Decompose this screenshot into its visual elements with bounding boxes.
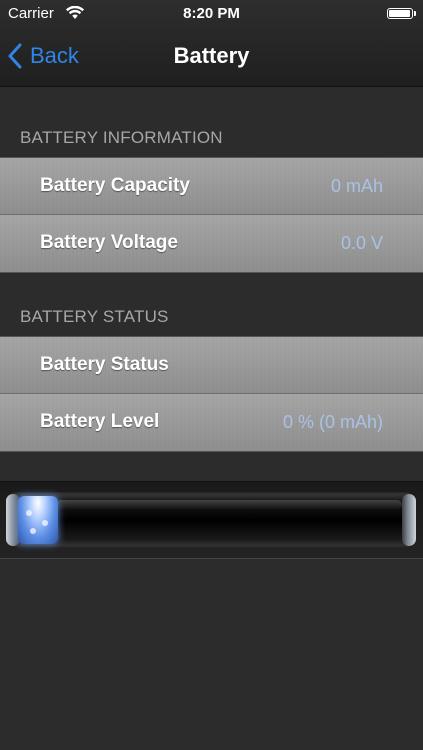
page-title: Battery [173, 43, 250, 68]
row-value: 0 mAh [330, 176, 383, 196]
navigation-bar: Back Battery [0, 28, 423, 84]
status-time: 8:20 PM [183, 5, 240, 22]
row-label: Battery Capacity [40, 175, 190, 196]
battery-icon [387, 8, 416, 19]
row-label: Battery Level [40, 411, 160, 432]
battery-icon-nub [414, 11, 416, 16]
row-label: Battery Status [40, 354, 169, 375]
section-header-battery-information: BATTERY INFORMATION [20, 128, 223, 147]
row-value: 0.0 V [340, 233, 383, 253]
row-battery-level: Battery Level 0 % (0 mAh) [0, 394, 423, 451]
battery-status-group: Battery Status Battery Level 0 % (0 mAh) [0, 336, 423, 452]
gauge-cap-right [402, 494, 416, 546]
row-battery-status: Battery Status [0, 337, 423, 394]
battery-information-group: Battery Capacity 0 mAh Battery Voltage 0… [0, 157, 423, 273]
battery-gauge-tube [6, 492, 416, 548]
section-header-battery-status: BATTERY STATUS [20, 307, 169, 326]
gauge-bubble [42, 520, 48, 526]
gauge-gloss [56, 500, 402, 510]
top-bar: Carrier 8:20 PM Back Battery [0, 0, 423, 87]
row-label: Battery Voltage [40, 232, 178, 253]
battery-screen: Carrier 8:20 PM Back Battery BATTERY INF… [0, 0, 423, 750]
battery-gauge-level [18, 496, 58, 544]
gauge-bubble [26, 510, 32, 516]
battery-gauge [0, 481, 423, 559]
status-bar: Carrier 8:20 PM [0, 0, 423, 28]
row-battery-voltage: Battery Voltage 0.0 V [0, 215, 423, 272]
gauge-bubble [30, 528, 36, 534]
row-value: 0 % (0 mAh) [282, 412, 383, 432]
battery-icon-fill [389, 10, 410, 17]
row-battery-capacity: Battery Capacity 0 mAh [0, 158, 423, 215]
